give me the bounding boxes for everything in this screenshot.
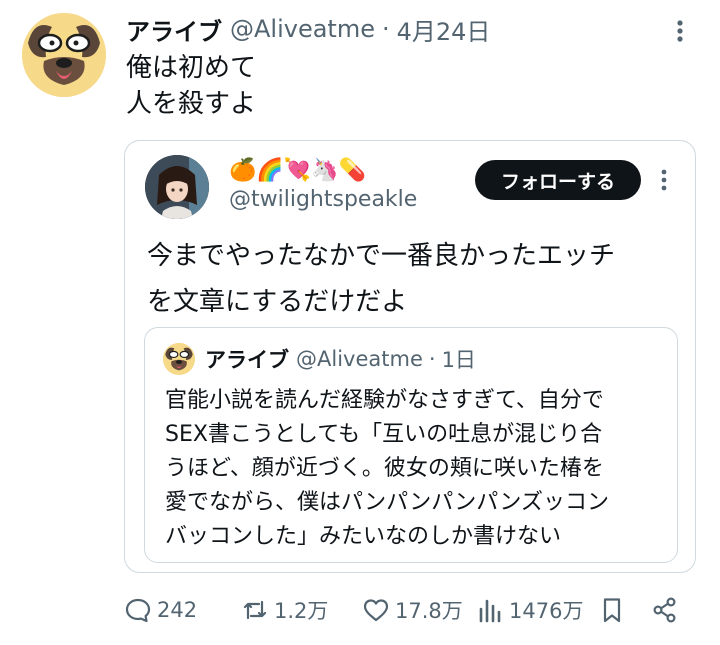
like-count: 17.8万 (395, 599, 463, 623)
quoted-author-avatar[interactable] (145, 155, 209, 219)
views-icon (479, 599, 501, 623)
view-count: 1476万 (509, 599, 584, 623)
retweet-button[interactable]: 1.2万 (241, 594, 328, 626)
reply-button[interactable]: 242 (124, 594, 197, 626)
reply-icon (125, 598, 151, 623)
author-avatar[interactable] (22, 13, 106, 97)
nested-author-avatar[interactable] (163, 343, 195, 375)
share-button[interactable] (651, 594, 679, 626)
separator-dot: · (381, 15, 390, 43)
nested-date[interactable]: 1日 (442, 344, 476, 374)
quoted-author-handle[interactable]: @twilightspeakle (229, 187, 417, 212)
tweet-text: 俺は初めて 人を殺すよ (126, 53, 257, 119)
more-options-icon (677, 20, 683, 42)
bookmark-icon (603, 598, 621, 623)
share-icon (653, 597, 676, 623)
tweet-date[interactable]: 4月24日 (397, 12, 491, 47)
follow-button[interactable]: フォローする (475, 160, 641, 200)
dog-avatar-icon (22, 13, 106, 97)
like-icon (363, 599, 389, 622)
nested-author-name[interactable]: アライブ (205, 344, 289, 374)
separator-dot: · (428, 347, 436, 371)
bookmark-button[interactable] (598, 594, 626, 626)
more-options-icon (661, 169, 667, 191)
author-name[interactable]: アライブ (126, 12, 222, 47)
action-bar: 242 1.2万 17.8万 1476万 (124, 594, 694, 626)
anime-avatar-icon (145, 155, 209, 219)
retweet-icon (243, 600, 267, 620)
quoted-tweet-text: 今までやったなかで一番良かったエッチ を文章にするだけだよ (147, 241, 616, 317)
nested-quote-card[interactable]: アライブ @Aliveatme · 1日 官能小説を読んだ経験がなさすぎて、自分… (144, 327, 678, 563)
more-options-button[interactable] (670, 16, 690, 46)
nested-author-handle[interactable]: @Aliveatme (296, 347, 423, 371)
quoted-more-options-button[interactable] (657, 167, 671, 193)
reply-count: 242 (157, 598, 198, 622)
like-button[interactable]: 17.8万 (362, 594, 463, 626)
tweet-header: アライブ @Aliveatme · 4月24日 (126, 12, 490, 46)
views-button[interactable]: 1476万 (476, 594, 583, 626)
author-handle[interactable]: @Aliveatme (230, 15, 375, 43)
nested-quote-text: 官能小説を読んだ経験がなさすぎて、自分で SEX書こうとしても「互いの吐息が混じ… (165, 388, 609, 549)
nested-quote-header: アライブ @Aliveatme · 1日 (205, 344, 476, 374)
display-name-emojis[interactable]: 🍊🌈💘🦄💊 (229, 155, 366, 185)
dog-avatar-icon (163, 343, 195, 375)
quoted-tweet-card[interactable]: 🍊🌈💘🦄💊 @twilightspeakle フォローする 今までやったなかで一… (124, 140, 696, 573)
retweet-count: 1.2万 (274, 599, 329, 623)
